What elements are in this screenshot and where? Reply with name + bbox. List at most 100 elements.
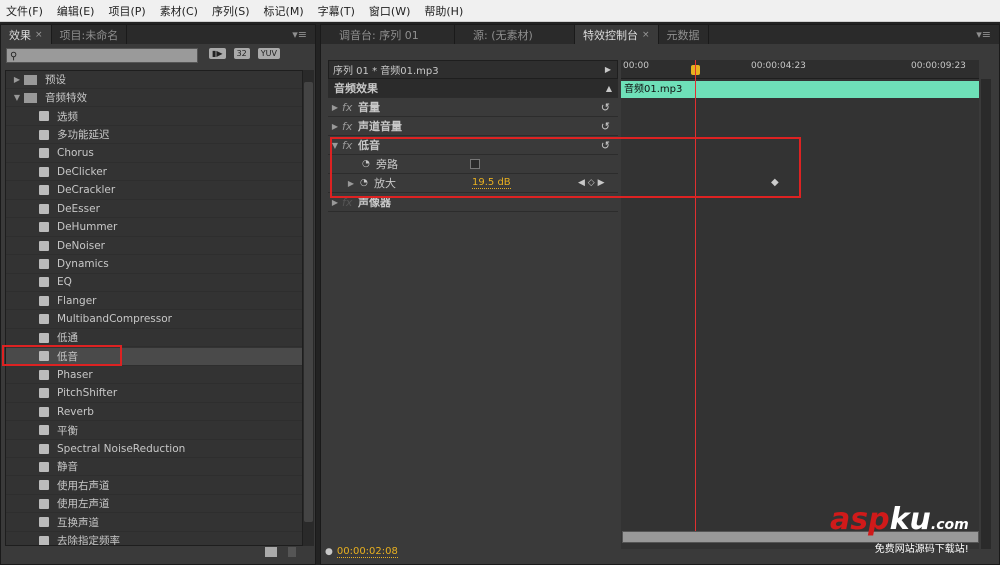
- effect-label: MultibandCompressor: [57, 313, 172, 326]
- close-icon[interactable]: ×: [642, 30, 650, 40]
- panel-menu-icon[interactable]: ▾≡: [284, 25, 315, 44]
- search-input[interactable]: ⚲: [6, 48, 198, 63]
- expand-icon[interactable]: ▶: [328, 122, 342, 131]
- tab-metadata[interactable]: 元数据: [659, 25, 709, 44]
- tab-label: 元数据: [666, 28, 700, 42]
- effect-label: PitchShifter: [57, 387, 118, 400]
- close-icon[interactable]: ×: [35, 30, 43, 40]
- effect-label: 使用左声道: [57, 498, 110, 511]
- menu-title[interactable]: 字幕(T): [318, 3, 355, 19]
- effect-item[interactable]: 去除指定频率: [6, 532, 302, 545]
- effect-item[interactable]: 选频: [6, 108, 302, 126]
- effect-item[interactable]: EQ: [6, 274, 302, 292]
- effect-label: DeNoiser: [57, 239, 105, 252]
- audio-effect-icon: [39, 111, 49, 122]
- audio-effect-icon: [39, 314, 49, 325]
- menu-marker[interactable]: 标记(M): [264, 3, 304, 19]
- yuv-effects-button[interactable]: YUV: [257, 48, 280, 59]
- new-bin-icon[interactable]: [265, 547, 277, 557]
- expand-icon[interactable]: ▶: [328, 103, 342, 112]
- effect-item[interactable]: 多功能延迟: [6, 126, 302, 145]
- tab-effect-controls[interactable]: 特效控制台 ×: [575, 25, 659, 44]
- scrollbar-thumb[interactable]: [304, 82, 313, 522]
- scrollbar[interactable]: [303, 70, 314, 546]
- folder-item[interactable]: ▶ 预设: [6, 71, 302, 89]
- menu-file[interactable]: 文件(F): [6, 3, 43, 19]
- effect-label: DeCrackler: [57, 184, 116, 197]
- effect-item[interactable]: Flanger: [6, 292, 302, 311]
- delete-icon[interactable]: [288, 547, 296, 557]
- tab-audio-mixer[interactable]: 调音台: 序列 01: [321, 25, 455, 44]
- tab-label: 项目:未命名: [59, 28, 119, 42]
- audio-effect-icon: [39, 203, 49, 214]
- effect-controls-panel: 调音台: 序列 01 源: (无素材) 特效控制台 × 元数据 ▾≡ 序列 01 …: [320, 24, 1000, 565]
- current-time[interactable]: 00:00:02:08: [336, 546, 398, 558]
- tab-project[interactable]: 项目:未命名: [52, 25, 128, 44]
- panel-menu-icon[interactable]: ▾≡: [968, 25, 999, 44]
- effect-item[interactable]: DeCrackler: [6, 182, 302, 200]
- tab-effects[interactable]: 效果 ×: [1, 25, 52, 44]
- status-bar: ● 00:00:02:08: [325, 546, 398, 558]
- menu-bar: 文件(F) 编辑(E) 项目(P) 素材(C) 序列(S) 标记(M) 字幕(T…: [0, 0, 1000, 22]
- folder-item[interactable]: ▼ 音频特效: [6, 89, 302, 108]
- menu-help[interactable]: 帮助(H): [424, 3, 463, 19]
- effect-item[interactable]: 使用右声道: [6, 477, 302, 495]
- effect-channel-volume[interactable]: ▶ fx 声道音量 ↺: [328, 117, 618, 136]
- effect-label: 使用右声道: [57, 479, 110, 492]
- collapse-icon[interactable]: ▲: [606, 84, 612, 93]
- tab-source[interactable]: 源: (无素材): [455, 25, 575, 44]
- menu-sequence[interactable]: 序列(S): [212, 3, 250, 19]
- effect-item[interactable]: Spectral NoiseReduction: [6, 440, 302, 458]
- search-icon: ⚲: [10, 51, 18, 62]
- reset-icon[interactable]: ↺: [601, 101, 610, 114]
- menu-edit[interactable]: 编辑(E): [57, 3, 95, 19]
- expand-icon[interactable]: ▶: [10, 75, 24, 84]
- menu-clip[interactable]: 素材(C): [160, 3, 198, 19]
- time-ruler[interactable]: 00:00 00:00:04:23 00:00:09:23: [621, 60, 979, 79]
- effect-item[interactable]: 平衡: [6, 422, 302, 440]
- effect-item[interactable]: 静音: [6, 458, 302, 477]
- section-audio-effects: 音频效果 ▲: [328, 79, 618, 98]
- effect-volume[interactable]: ▶ fx 音量 ↺: [328, 98, 618, 117]
- effect-item[interactable]: DeClicker: [6, 163, 302, 182]
- audio-effect-icon: [39, 277, 49, 288]
- effect-item[interactable]: DeEsser: [6, 200, 302, 219]
- effect-item[interactable]: 使用左声道: [6, 495, 302, 514]
- collapse-icon[interactable]: ▼: [10, 93, 24, 102]
- audio-effect-icon: [39, 480, 49, 491]
- effect-item[interactable]: Reverb: [6, 403, 302, 422]
- menu-project[interactable]: 项目(P): [108, 3, 145, 19]
- effect-label: 低通: [57, 332, 78, 345]
- expand-icon[interactable]: ▶: [328, 198, 342, 207]
- effect-label: 静音: [57, 461, 78, 474]
- effect-item[interactable]: PitchShifter: [6, 385, 302, 403]
- folder-icon: [24, 74, 37, 85]
- effect-item[interactable]: DeHummer: [6, 219, 302, 237]
- effect-item[interactable]: Dynamics: [6, 256, 302, 274]
- folder-icon: [24, 92, 37, 103]
- tick-label: 00:00:09:23: [911, 61, 966, 71]
- effect-item[interactable]: 互换声道: [6, 514, 302, 532]
- fx-icon[interactable]: fx: [342, 120, 358, 133]
- left-tabs: 效果 × 项目:未命名 ▾≡: [1, 25, 315, 44]
- audio-effect-icon: [39, 535, 49, 545]
- effect-item[interactable]: DeNoiser: [6, 237, 302, 256]
- fx-icon[interactable]: fx: [342, 101, 358, 114]
- audio-effect-icon: [39, 369, 49, 380]
- effect-item[interactable]: Phaser: [6, 366, 302, 385]
- effect-item[interactable]: Chorus: [6, 145, 302, 163]
- effect-item[interactable]: MultibandCompressor: [6, 311, 302, 329]
- effect-label: Phaser: [57, 368, 93, 381]
- effect-label: 声道音量: [358, 120, 402, 133]
- vertical-scrollbar[interactable]: [981, 79, 991, 549]
- tick-label: 00:00: [623, 61, 649, 71]
- menu-window[interactable]: 窗口(W): [369, 3, 410, 19]
- folder-label: 预设: [45, 74, 66, 86]
- reset-icon[interactable]: ↺: [601, 120, 610, 133]
- audio-effect-icon: [39, 185, 49, 196]
- accelerated-effects-button[interactable]: ▮▶: [209, 48, 226, 59]
- play-icon[interactable]: ▶: [605, 65, 611, 74]
- 32bit-effects-button[interactable]: 32: [233, 48, 250, 59]
- folder-label: 音频特效: [45, 92, 87, 105]
- audio-clip[interactable]: 音频01.mp3: [621, 81, 979, 98]
